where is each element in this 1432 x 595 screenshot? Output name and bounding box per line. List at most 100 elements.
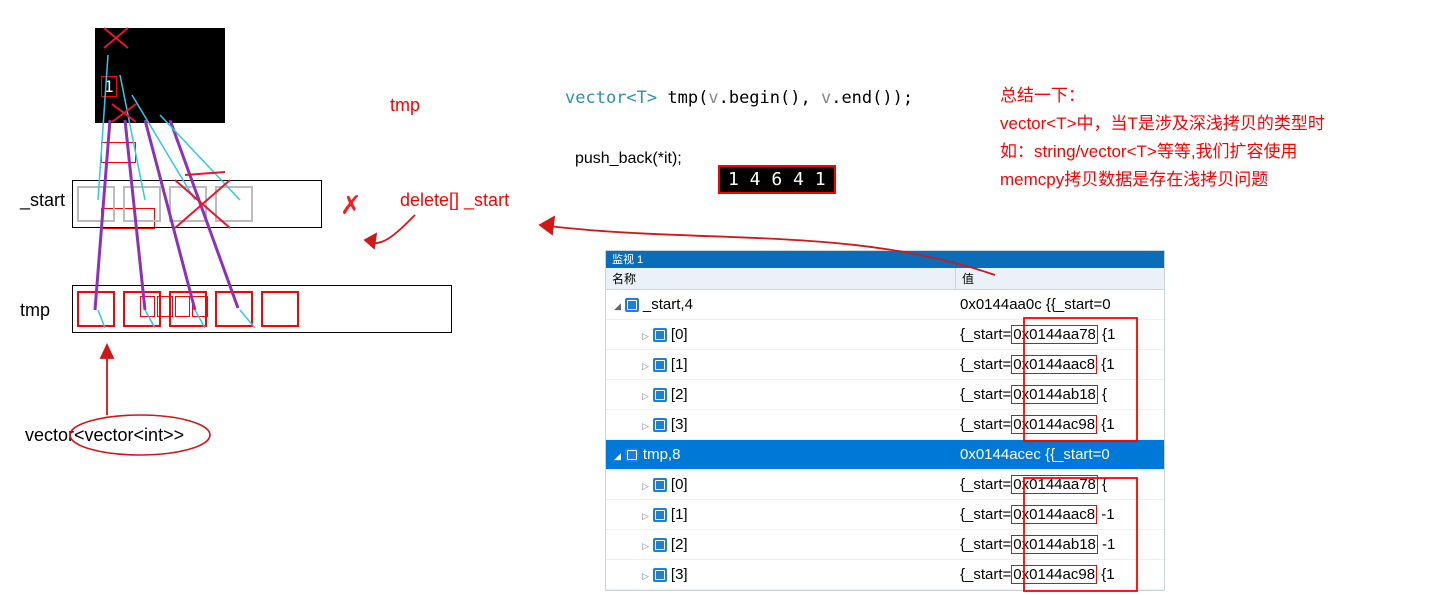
watch-name-cell[interactable]: [3] [614,416,956,433]
tmp-cell-3 [215,291,253,327]
label-tmp-top: tmp [390,95,420,116]
variable-icon [653,538,667,552]
watch-row-child[interactable]: [3] {_start=0x0144ac98 {1 [606,410,1164,440]
tmp-cell-0 [77,291,115,327]
ptr-address: 0x0144ac98 [1011,415,1097,434]
expand-closed-icon[interactable] [642,476,653,493]
watch-row-child[interactable]: [2] {_start=0x0144ab18 { [606,380,1164,410]
tmp-cell-1 [123,291,161,327]
watch-value-cell: {_start=0x0144ac98 {1 [956,566,1164,583]
watch-header: 名称 值 [606,268,1164,290]
summary-l3: 如：string/vector<T>等等,我们扩容使用 [1000,138,1420,166]
label-vector-vector-int: vector<vector<int>> [25,425,184,446]
expand-open-icon[interactable] [614,296,625,313]
watch-header-name[interactable]: 名称 [606,268,956,289]
watch-name-cell[interactable]: [1] [614,506,956,523]
expand-closed-icon[interactable] [642,536,653,553]
expand-closed-icon[interactable] [642,566,653,583]
watch-name-cell[interactable]: [1] [614,356,956,373]
expand-closed-icon[interactable] [642,386,653,403]
ptr-address: 0x0144aa78 [1011,475,1098,494]
expand-closed-icon[interactable] [642,416,653,433]
ptr-address: 0x0144aa78 [1011,325,1098,344]
expand-closed-icon[interactable] [642,506,653,523]
vecrow-tmp [72,285,452,333]
start-cell-1 [123,186,161,222]
code-kw-vector: vector [565,88,626,108]
start-cell-3 [215,186,253,222]
summary-text: 总结一下： vector<T>中，当T是涉及深浅拷贝的类型时 如：string/… [1000,82,1420,194]
watch-row-child[interactable]: [2]{_start=0x0144ab18 -1 [606,530,1164,560]
variable-icon [653,358,667,372]
code-line-vector-tmp: vector<T> tmp(v.begin(), v.end()); [565,88,913,108]
label-start: _start [20,190,65,211]
pascal-r0: 1 [101,76,117,97]
watch-name-text: _start,4 [643,296,693,313]
watch-value-cell: {_start=0x0144aa78 {1 [956,326,1164,343]
code-end: .end() [831,88,892,108]
expand-closed-icon[interactable] [642,356,653,373]
watch-titlebar[interactable]: 监视 1 [606,251,1164,268]
watch-row-tmp_8[interactable]: tmp,8 0x0144acec {{_start=0 [606,440,1164,470]
watch-name-cell[interactable]: [0] [614,326,956,343]
expand-closed-icon[interactable] [642,326,653,343]
variable-icon [653,478,667,492]
watch-row-child[interactable]: [1] {_start=0x0144aac8 -1 [606,500,1164,530]
watch-row-child[interactable]: [0] {_start=0x0144aa78 { [606,470,1164,500]
watch-name-text: [2] [671,536,688,553]
pascal-r1: 1 1 [101,142,136,163]
watch-value-cell: 0x0144aa0c {{_start=0 [956,296,1164,313]
watch-value-cell: 0x0144acec {{_start=0 [956,446,1164,463]
watch-value-cell: {_start=0x0144aac8 {1 [956,356,1164,373]
watch-row-child[interactable]: [0]{_start=0x0144aa78 {1 [606,320,1164,350]
watch-header-value[interactable]: 值 [956,268,1164,289]
ptr-address: 0x0144ab18 [1011,535,1098,554]
watch-name-cell[interactable]: [2] [614,386,956,403]
code-v1: v [708,88,718,108]
watch-name-text: [3] [671,566,688,583]
watch-name-text: [2] [671,386,688,403]
vecrow-start [72,180,322,228]
watch-value-cell: {_start=0x0144aac8 -1 [956,506,1164,523]
label-tmp: tmp [20,300,50,321]
ptr-address: 0x0144ac98 [1011,565,1097,584]
ptr-address: 0x0144aac8 [1011,355,1097,374]
watch-name-text: [3] [671,416,688,433]
variable-icon [653,568,667,582]
watch-name-text: [1] [671,506,688,523]
expand-open-icon[interactable] [614,446,625,463]
code-close: ); [893,88,913,108]
watch-name-text: [1] [671,356,688,373]
watch-row-child[interactable]: [3] {_start=0x0144ac98 {1 [606,560,1164,590]
watch-name-text: tmp,8 [643,446,681,463]
start-cell-2 [169,186,207,222]
label-push-back: push_back(*it); [575,150,682,168]
watch-name-cell[interactable]: [2] [614,536,956,553]
watch-value-cell: {_start=0x0144ab18 { [956,386,1164,403]
watch-name-cell[interactable]: tmp,8 [614,446,956,463]
variable-icon [653,418,667,432]
watch-value-cell: {_start=0x0144aa78 { [956,476,1164,493]
ptr-address: 0x0144ab18 [1011,385,1098,404]
summary-l2: vector<T>中，当T是涉及深浅拷贝的类型时 [1000,110,1420,138]
tmp-cell-2 [169,291,207,327]
watch-row-child[interactable]: [1] {_start=0x0144aac8 {1 [606,350,1164,380]
watch-rows: _start,40x0144aa0c {{_start=0[0]{_start=… [606,290,1164,590]
watch-name-cell[interactable]: [3] [614,566,956,583]
code-id-tmp: tmp [657,88,698,108]
watch-name-cell[interactable]: _start,4 [614,296,956,313]
summary-l1: 总结一下： [1000,82,1420,110]
start-cell-0 [77,186,115,222]
red-x-icon: ✗ [340,190,362,221]
variable-icon [653,328,667,342]
label-delete-start: delete[] _start [400,190,509,211]
watch-panel[interactable]: 监视 1 名称 值 _start,40x0144aa0c {{_start=0[… [605,250,1165,591]
watch-name-cell[interactable]: [0] [614,476,956,493]
code-begin: .begin(), [719,88,821,108]
watch-name-text: [0] [671,476,688,493]
code-v2: v [821,88,831,108]
code-tpl-T: <T> [626,88,657,108]
pascal-console: 1 1 1 1 2 1 1431 [95,28,225,123]
watch-value-cell: {_start=0x0144ac98 {1 [956,416,1164,433]
watch-row-_start_4[interactable]: _start,4 0x0144aa0c {{_start=0 [606,290,1164,320]
